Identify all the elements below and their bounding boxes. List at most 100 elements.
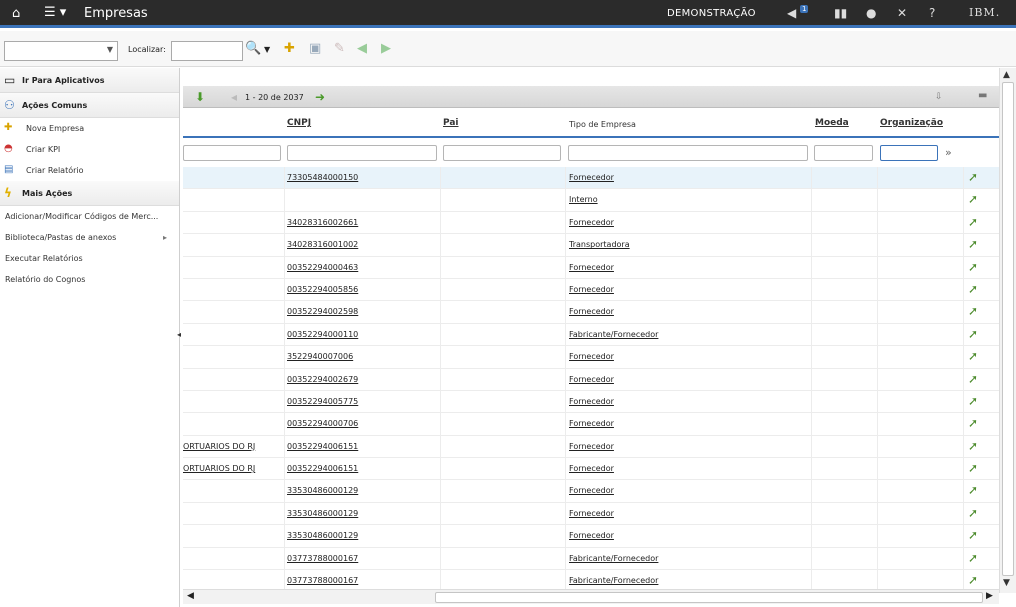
chevron-down-icon[interactable]: ▼: [264, 45, 270, 54]
save-icon[interactable]: ▣: [309, 41, 321, 56]
help-icon[interactable]: ?: [929, 6, 935, 20]
table-row[interactable]: ORTUARIOS DO RJ 00352294006151 Fornecedor ➚: [183, 458, 999, 481]
sidebar-item-executar-relatorios[interactable]: Executar Relatórios: [0, 248, 179, 269]
filter-pai-field[interactable]: [443, 145, 561, 161]
table-row[interactable]: 00352294002679 Fornecedor ➚: [183, 368, 999, 391]
cell-cnpj[interactable]: 73305484000150: [287, 173, 358, 182]
table-row[interactable]: 33530486000129 Fornecedor ➚: [183, 525, 999, 548]
table-row[interactable]: 33530486000129 Fornecedor ➚: [183, 502, 999, 526]
cell-cnpj[interactable]: 03773788000167: [287, 554, 358, 563]
cell-tipo[interactable]: Fornecedor: [569, 285, 614, 294]
row-action-icon[interactable]: ➚: [968, 528, 978, 542]
column-header-moeda[interactable]: Moeda: [815, 118, 849, 128]
cell-tipo[interactable]: Fabricante/Fornecedor: [569, 554, 658, 563]
collapse-sidebar-icon[interactable]: ◂: [177, 330, 181, 339]
megaphone-icon[interactable]: ◀: [787, 6, 796, 20]
vertical-scrollbar[interactable]: ▲ ▼: [999, 68, 1016, 593]
table-row[interactable]: 00352294005775 Fornecedor ➚: [183, 390, 999, 414]
sidebar-item-nova-empresa[interactable]: ✚ Nova Empresa: [0, 118, 179, 139]
cell-tipo[interactable]: Interno: [569, 195, 598, 204]
table-row[interactable]: 00352294005856 Fornecedor ➚: [183, 278, 999, 302]
user-icon[interactable]: ●: [866, 6, 876, 20]
cell-tipo[interactable]: Fornecedor: [569, 352, 614, 361]
cell-left-text[interactable]: ORTUARIOS DO RJ: [183, 464, 255, 473]
sidebar-item-criar-relatorio[interactable]: ▤ Criar Relatório: [0, 160, 179, 181]
cell-cnpj[interactable]: 33530486000129: [287, 486, 358, 495]
edit-icon[interactable]: ✎: [334, 41, 345, 56]
sidebar-goto-apps[interactable]: ▭ Ir Para Aplicativos: [0, 68, 179, 93]
row-action-icon[interactable]: ➚: [968, 483, 978, 497]
sidebar-item-relatorio-cognos[interactable]: Relatório do Cognos: [0, 269, 179, 290]
cell-cnpj[interactable]: 00352294000463: [287, 263, 358, 272]
next-page-icon[interactable]: ➜: [315, 90, 325, 104]
search-icon[interactable]: 🔍: [245, 41, 261, 56]
cell-cnpj[interactable]: 34028316002661: [287, 218, 358, 227]
table-row[interactable]: 34028316002661 Fornecedor ➚: [183, 211, 999, 235]
cell-tipo[interactable]: Fornecedor: [569, 442, 614, 451]
cell-cnpj[interactable]: 00352294000110: [287, 330, 358, 339]
table-row[interactable]: 00352294002598 Fornecedor ➚: [183, 301, 999, 324]
cell-tipo[interactable]: Fornecedor: [569, 419, 614, 428]
table-row[interactable]: 34028316001002 Transportadora ➚: [183, 234, 999, 257]
column-header-pai[interactable]: Pai: [443, 118, 459, 128]
previous-page-icon[interactable]: ◂: [231, 90, 237, 104]
download-icon[interactable]: ⇩: [935, 92, 943, 102]
row-action-icon[interactable]: ➚: [968, 372, 978, 386]
row-action-icon[interactable]: ➚: [968, 349, 978, 363]
filter-cnpj-field[interactable]: [287, 145, 437, 161]
cell-tipo[interactable]: Fornecedor: [569, 486, 614, 495]
vertical-scroll-thumb[interactable]: [1002, 82, 1014, 576]
previous-arrow-icon[interactable]: ◀: [357, 41, 367, 56]
scroll-right-icon[interactable]: ▶: [986, 591, 993, 601]
sidebar-common-actions[interactable]: ⚇ Ações Comuns: [0, 93, 179, 118]
row-action-icon[interactable]: ➚: [968, 573, 978, 587]
cell-cnpj[interactable]: 00352294005856: [287, 285, 358, 294]
sidebar-more-actions[interactable]: ϟ Mais Ações: [0, 181, 179, 206]
horizontal-scroll-thumb[interactable]: [435, 592, 983, 603]
cell-cnpj[interactable]: 34028316001002: [287, 240, 358, 249]
cell-tipo[interactable]: Fornecedor: [569, 263, 614, 272]
cell-tipo[interactable]: Fornecedor: [569, 531, 614, 540]
row-action-icon[interactable]: ➚: [968, 237, 978, 251]
sidebar-item-biblioteca[interactable]: Biblioteca/Pastas de anexos ▸: [0, 227, 179, 248]
cell-tipo[interactable]: Fornecedor: [569, 509, 614, 518]
cell-cnpj[interactable]: 00352294005775: [287, 397, 358, 406]
cell-cnpj[interactable]: 03773788000167: [287, 576, 358, 585]
cell-cnpj[interactable]: 00352294002598: [287, 307, 358, 316]
row-action-icon[interactable]: ➚: [968, 461, 978, 475]
table-row[interactable]: 00352294000110 Fabricante/Fornecedor ➚: [183, 323, 999, 347]
row-action-icon[interactable]: ➚: [968, 394, 978, 408]
cell-tipo[interactable]: Fornecedor: [569, 307, 614, 316]
cell-cnpj[interactable]: 00352294000706: [287, 419, 358, 428]
cell-cnpj[interactable]: 00352294006151: [287, 464, 358, 473]
table-row[interactable]: 3522940007006 Fornecedor ➚: [183, 346, 999, 369]
menu-icon[interactable]: ☰ ▾: [44, 5, 66, 20]
cell-cnpj[interactable]: 3522940007006: [287, 352, 353, 361]
table-row[interactable]: 00352294000463 Fornecedor ➚: [183, 256, 999, 279]
row-action-icon[interactable]: ➚: [968, 304, 978, 318]
scroll-up-icon[interactable]: ▲: [1003, 70, 1010, 80]
cell-cnpj[interactable]: 00352294002679: [287, 375, 358, 384]
row-action-icon[interactable]: ➚: [968, 551, 978, 565]
cell-cnpj[interactable]: 33530486000129: [287, 509, 358, 518]
close-icon[interactable]: ✕: [897, 6, 907, 20]
sidebar-item-codigos[interactable]: Adicionar/Modificar Códigos de Merc...: [0, 206, 179, 227]
column-header-tipo[interactable]: Tipo de Empresa: [569, 120, 636, 129]
table-row[interactable]: 00352294000706 Fornecedor ➚: [183, 413, 999, 436]
cell-tipo[interactable]: Fabricante/Fornecedor: [569, 330, 658, 339]
row-action-icon[interactable]: ➚: [968, 439, 978, 453]
row-action-icon[interactable]: ➚: [968, 192, 978, 206]
sidebar-item-criar-kpi[interactable]: ◓ Criar KPI: [0, 139, 179, 160]
row-action-icon[interactable]: ➚: [968, 215, 978, 229]
table-row[interactable]: ORTUARIOS DO RJ 00352294006151 Fornecedor ➚: [183, 435, 999, 459]
table-row[interactable]: 33530486000129 Fornecedor ➚: [183, 480, 999, 503]
cell-left-text[interactable]: ORTUARIOS DO RJ: [183, 442, 255, 451]
cell-tipo[interactable]: Fornecedor: [569, 173, 614, 182]
scroll-down-icon[interactable]: ▼: [1003, 578, 1010, 588]
column-header-cnpj[interactable]: CNPJ: [287, 118, 311, 128]
table-row[interactable]: 03773788000167 Fabricante/Fornecedor ➚: [183, 547, 999, 571]
cell-cnpj[interactable]: 33530486000129: [287, 531, 358, 540]
cell-cnpj[interactable]: 00352294006151: [287, 442, 358, 451]
record-select[interactable]: ▼: [4, 41, 118, 61]
cell-tipo[interactable]: Transportadora: [569, 240, 630, 249]
